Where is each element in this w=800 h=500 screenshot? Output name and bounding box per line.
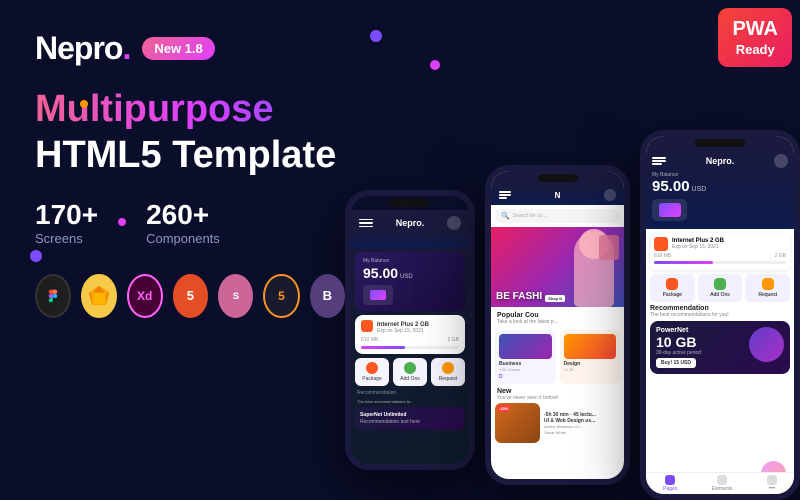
phone3-bottom-nav: Pages Elements ••• xyxy=(646,472,794,494)
phone3-power-brand: PowerNet xyxy=(656,327,701,334)
xd-icon: Xd xyxy=(127,274,163,318)
phone2-section-subtitle: Take a look at the latest p... xyxy=(497,319,618,325)
html5-orange-icon: 5 xyxy=(263,274,299,318)
phone-2-screen: N 🔍 Search for co... BE FASHI Shop xyxy=(491,171,624,479)
html5-icon: 5 xyxy=(173,274,208,318)
pwa-title: PWA xyxy=(732,16,778,42)
phone3-internet-card: Internet Plus 2 GB Exp on Sep 15, 2021 6… xyxy=(650,233,790,270)
phone2-shop-btn[interactable]: Shop N xyxy=(545,295,565,302)
brand-dot: . xyxy=(122,30,130,66)
phone3-request-btn[interactable]: Request xyxy=(745,274,790,302)
phone3-balance: 95.00 xyxy=(652,178,690,195)
phone1-currency: USD xyxy=(400,274,413,280)
phone3-header: Nepro. My Balance 95.00 USD xyxy=(646,150,794,229)
phone1-addons-btn[interactable]: Add Ons xyxy=(393,358,427,386)
pwa-badge: PWA Ready xyxy=(718,8,792,67)
phone-3-screen: Nepro. My Balance 95.00 USD xyxy=(646,136,794,494)
phone3-power-data: 10 GB xyxy=(656,334,701,350)
screens-label: Screens xyxy=(35,231,98,246)
phone3-logo: Nepro. xyxy=(706,156,735,166)
stats-row: 170+ Screens 260+ Components xyxy=(35,199,345,246)
phone1-logo: Nepro. xyxy=(396,218,425,228)
phone2-course-cards: Business +2K Course D Design +1.3K xyxy=(491,330,624,384)
phone3-currency: USD xyxy=(692,186,707,193)
phone2-new-sub: You've never seen it before! xyxy=(497,395,618,401)
phone1-card-title: Internet Plus 2 GB xyxy=(377,322,429,328)
phone3-nav-elements[interactable]: Elements xyxy=(712,475,733,492)
phone1-card-subtitle: Exp on Sep 15, 2021 xyxy=(377,328,429,334)
screens-number: 170+ xyxy=(35,199,98,231)
sass-icon: S xyxy=(218,274,253,318)
bootstrap-icon: B xyxy=(310,274,345,318)
stat-screens: 170+ Screens xyxy=(35,199,98,246)
course-card-2: Design +1.3K xyxy=(560,330,621,384)
phone2-new-section: New You've never seen it before! xyxy=(491,384,624,403)
phone2-logo: N xyxy=(555,191,561,200)
phone3-buy-btn[interactable]: Buy! 15 USD xyxy=(656,358,696,368)
phone3-addons-btn[interactable]: Add Ons xyxy=(698,274,743,302)
stat-components: 260+ Components xyxy=(146,199,220,246)
phone3-pkg-row: Package Add Ons Request xyxy=(650,274,790,302)
figma-icon xyxy=(35,274,71,318)
phone3-nav-pages[interactable]: Pages xyxy=(663,475,677,492)
phone2-course-section: Popular Cou Take a look at the latest p.… xyxy=(491,307,624,330)
decorative-dot-orange xyxy=(80,100,88,108)
phone1-request-btn[interactable]: Request xyxy=(431,358,465,386)
phone2-products: -15% -5h 30 min · 45 lectu... UI & Web D… xyxy=(491,403,624,443)
components-number: 260+ xyxy=(146,199,220,231)
phone3-internet-subtitle: Exp on Sep 15, 2021 xyxy=(672,244,724,250)
phone2-section-title: Popular Cou xyxy=(497,312,618,319)
left-panel: Nepro. New 1.8 Multipurpose HTML5 Templa… xyxy=(0,0,380,500)
product-image: -15% xyxy=(495,403,540,443)
phone3-data-used: 610 MB xyxy=(654,253,671,259)
brand-name: Nepro xyxy=(35,30,122,66)
phone3-package-btn[interactable]: Package xyxy=(650,274,695,302)
svg-text:S: S xyxy=(233,291,239,301)
pwa-subtitle: Ready xyxy=(732,42,778,59)
headline-multipurpose: Multipurpose xyxy=(35,89,345,131)
components-label: Components xyxy=(146,231,220,246)
brand-logo: Nepro. xyxy=(35,30,130,67)
decorative-dot-purple xyxy=(30,250,42,262)
course-card-1: Business +2K Course D xyxy=(495,330,556,384)
phone2-fashion-text: BE FASHI xyxy=(496,291,542,302)
phone2-search[interactable]: 🔍 Search for co... xyxy=(495,209,620,223)
phones-area-dot-pink xyxy=(430,60,440,70)
header: Nepro. New 1.8 xyxy=(35,30,345,67)
phone2-new-label: New xyxy=(497,388,618,395)
phone3-nav-more[interactable]: ••• xyxy=(767,475,777,492)
stat-separator xyxy=(118,218,126,226)
phone3-data-total: 2 GB xyxy=(775,253,786,259)
phone3-rec-sub: The best recommendations for you! xyxy=(650,312,790,318)
phone3-rec-title: Recommendation xyxy=(650,305,790,312)
phone-group: Nepro. My Balance 95.00 USD xyxy=(345,130,800,500)
phone3-power-period: 30-day active period xyxy=(656,350,701,356)
phone2-fashion-image: BE FASHI Shop N xyxy=(491,227,624,307)
phone3-power-card: PowerNet 10 GB 30-day active period Buy!… xyxy=(650,321,790,374)
tech-icons-row: Xd 5 S 5 B xyxy=(35,274,345,318)
headline-html5: HTML5 Template xyxy=(35,135,345,177)
phone-3: Nepro. My Balance 95.00 USD xyxy=(640,130,800,500)
phone1-data-total: 2 GB xyxy=(448,337,459,343)
sketch-icon xyxy=(81,274,116,318)
phone-2: N 🔍 Search for co... BE FASHI Shop xyxy=(485,165,630,485)
phone2-badge: -15% xyxy=(497,405,510,412)
phone3-recommendation: Recommendation The best recommendations … xyxy=(650,305,790,318)
version-badge: New 1.8 xyxy=(142,37,214,60)
